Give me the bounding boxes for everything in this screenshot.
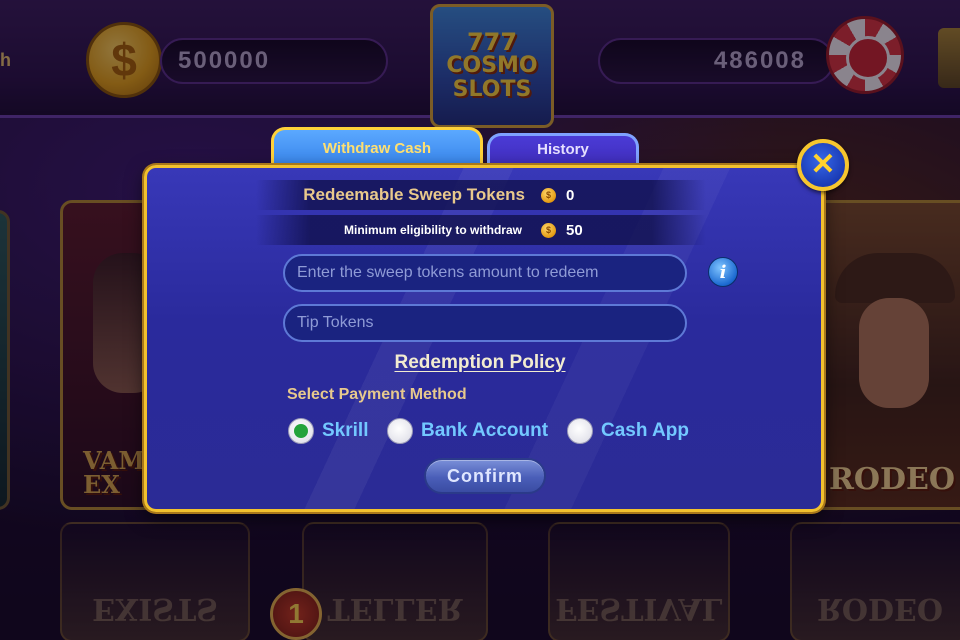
sweep-token-icon: $ [541, 222, 556, 238]
payment-option-label: Cash App [601, 420, 689, 441]
minimum-eligibility-value: 50 [566, 221, 583, 239]
payment-option-label: Bank Account [421, 420, 549, 441]
payment-option-skrill[interactable]: Skrill [288, 417, 368, 445]
tip-tokens-input[interactable] [283, 304, 687, 342]
minimum-eligibility-row: Minimum eligibility to withdraw $ 50 [256, 215, 706, 245]
payment-method-label: Select Payment Method [287, 386, 467, 403]
redemption-policy-link[interactable]: Redemption Policy [0, 352, 960, 374]
radio-selected-dot [294, 424, 308, 438]
close-button[interactable]: ✕ [797, 139, 849, 191]
radio-button[interactable] [387, 418, 413, 444]
redeemable-tokens-label: Redeemable Sweep Tokens [303, 185, 525, 204]
confirm-button[interactable]: Confirm [424, 458, 546, 494]
sweep-token-icon: $ [541, 187, 556, 203]
redeem-amount-input[interactable] [283, 254, 687, 292]
info-icon[interactable]: i [708, 257, 738, 287]
radio-button[interactable] [567, 418, 593, 444]
redeemable-tokens-value: 0 [566, 186, 575, 204]
minimum-eligibility-label: Minimum eligibility to withdraw [343, 223, 522, 237]
close-icon: ✕ [810, 148, 836, 181]
radio-button[interactable] [288, 418, 314, 444]
redeemable-tokens-row: Redeemable Sweep Tokens $ 0 [256, 180, 706, 210]
payment-option-bank-account[interactable]: Bank Account [387, 417, 548, 445]
payment-option-cash-app[interactable]: Cash App [567, 417, 689, 445]
payment-option-label: Skrill [322, 420, 369, 441]
